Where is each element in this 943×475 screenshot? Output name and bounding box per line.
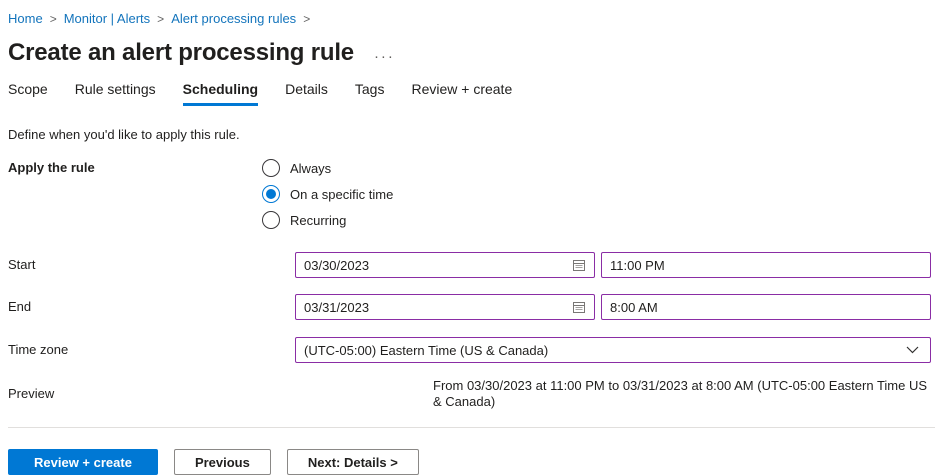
end-time-value: 8:00 AM bbox=[610, 300, 658, 315]
previous-button[interactable]: Previous bbox=[174, 449, 271, 475]
radio-icon bbox=[262, 159, 280, 177]
end-label: End bbox=[8, 294, 295, 320]
breadcrumb-alert-processing-rules-link[interactable]: Alert processing rules bbox=[171, 11, 296, 26]
start-time-value: 11:00 PM bbox=[610, 258, 665, 273]
tab-details[interactable]: Details bbox=[285, 81, 328, 106]
timezone-select[interactable]: (UTC-05:00) Eastern Time (US & Canada) bbox=[295, 337, 931, 363]
radio-icon bbox=[262, 211, 280, 229]
more-actions-icon[interactable]: ··· bbox=[374, 48, 395, 65]
preview-value: From 03/30/2023 at 11:00 PM to 03/31/202… bbox=[433, 378, 935, 410]
breadcrumb: Home > Monitor | Alerts > Alert processi… bbox=[8, 10, 935, 27]
chevron-right-icon: > bbox=[303, 12, 310, 26]
radio-always[interactable]: Always bbox=[262, 159, 393, 177]
breadcrumb-home-link[interactable]: Home bbox=[8, 11, 43, 26]
tab-scheduling[interactable]: Scheduling bbox=[183, 81, 258, 106]
end-row: End 03/31/2023 8:00 AM bbox=[8, 294, 935, 320]
radio-always-label: Always bbox=[290, 161, 331, 176]
timezone-value: (UTC-05:00) Eastern Time (US & Canada) bbox=[304, 343, 548, 358]
tab-tags[interactable]: Tags bbox=[355, 81, 385, 106]
calendar-icon[interactable] bbox=[572, 300, 586, 314]
timezone-label: Time zone bbox=[8, 337, 295, 363]
scheduling-description: Define when you'd like to apply this rul… bbox=[8, 127, 935, 142]
end-date-input[interactable]: 03/31/2023 bbox=[295, 294, 595, 320]
apply-rule-row: Apply the rule Always On a specific time… bbox=[8, 159, 935, 229]
review-create-button[interactable]: Review + create bbox=[8, 449, 158, 475]
radio-on-a-specific-time[interactable]: On a specific time bbox=[262, 185, 393, 203]
apply-rule-radio-group: Always On a specific time Recurring bbox=[262, 159, 393, 229]
calendar-icon[interactable] bbox=[572, 258, 586, 272]
radio-selected-icon bbox=[262, 185, 280, 203]
start-row: Start 03/30/2023 11:00 PM bbox=[8, 252, 935, 278]
title-row: Create an alert processing rule ··· bbox=[8, 38, 935, 68]
chevron-right-icon: > bbox=[157, 12, 164, 26]
preview-row: Preview From 03/30/2023 at 11:00 PM to 0… bbox=[8, 378, 935, 410]
tab-review-create[interactable]: Review + create bbox=[411, 81, 512, 106]
create-alert-rule-page: Home > Monitor | Alerts > Alert processi… bbox=[0, 0, 943, 475]
start-date-input[interactable]: 03/30/2023 bbox=[295, 252, 595, 278]
page-title: Create an alert processing rule bbox=[8, 38, 354, 68]
radio-on-a-specific-time-label: On a specific time bbox=[290, 187, 393, 202]
tab-bar: Scope Rule settings Scheduling Details T… bbox=[8, 81, 935, 106]
apply-rule-label: Apply the rule bbox=[8, 159, 262, 177]
footer-buttons: Review + create Previous Next: Details > bbox=[8, 449, 935, 475]
end-date-value: 03/31/2023 bbox=[304, 300, 369, 315]
tab-scope[interactable]: Scope bbox=[8, 81, 48, 106]
radio-recurring-label: Recurring bbox=[290, 213, 346, 228]
tab-rule-settings[interactable]: Rule settings bbox=[75, 81, 156, 106]
start-date-value: 03/30/2023 bbox=[304, 258, 369, 273]
breadcrumb-monitor-alerts-link[interactable]: Monitor | Alerts bbox=[64, 11, 150, 26]
footer-divider bbox=[8, 427, 935, 428]
end-time-input[interactable]: 8:00 AM bbox=[601, 294, 931, 320]
chevron-right-icon: > bbox=[50, 12, 57, 26]
next-details-button[interactable]: Next: Details > bbox=[287, 449, 419, 475]
start-time-input[interactable]: 11:00 PM bbox=[601, 252, 931, 278]
radio-recurring[interactable]: Recurring bbox=[262, 211, 393, 229]
timezone-row: Time zone (UTC-05:00) Eastern Time (US &… bbox=[8, 337, 935, 363]
chevron-down-icon bbox=[906, 346, 919, 354]
start-label: Start bbox=[8, 252, 295, 278]
preview-label: Preview bbox=[8, 381, 295, 407]
